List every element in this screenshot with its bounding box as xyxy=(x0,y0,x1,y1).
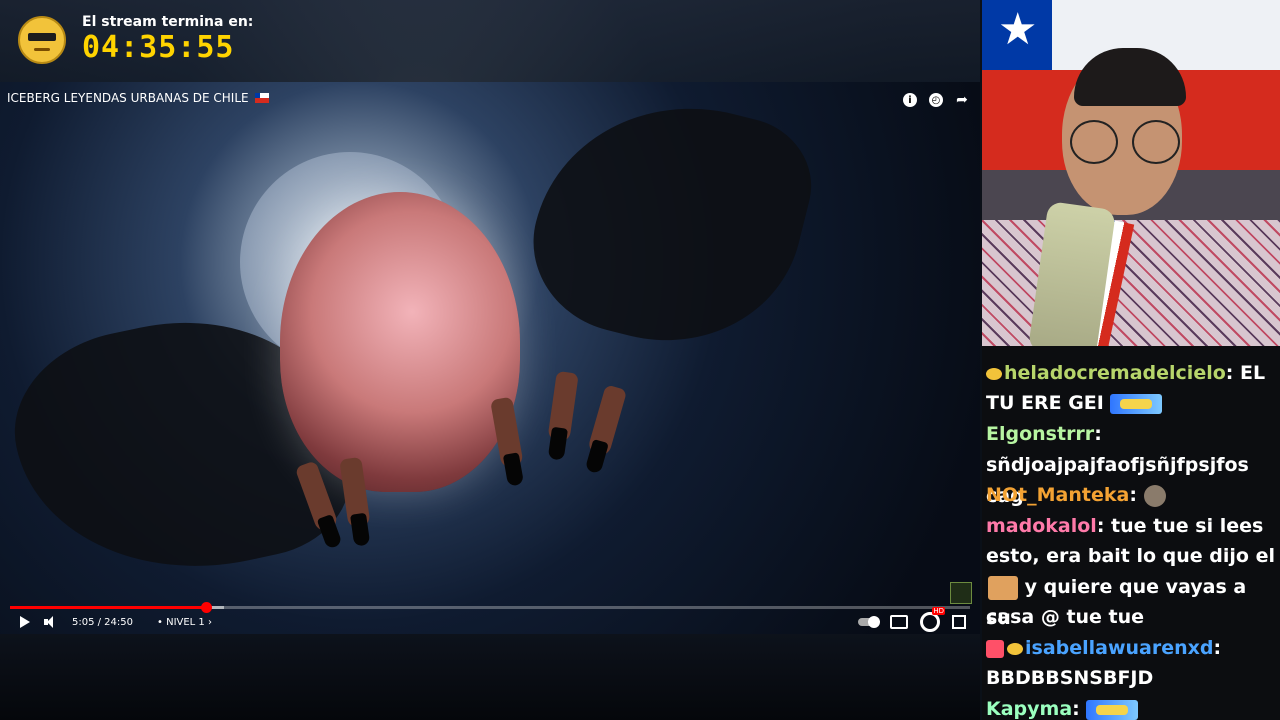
player-controls-left: 5:05 / 24:50 NIVEL 1 › xyxy=(20,616,212,628)
chat-message-continuation: esto, era bait lo que dijo el xyxy=(986,541,1276,572)
share-icon: ➦ xyxy=(956,92,968,108)
fullscreen-corner-icon xyxy=(952,615,959,622)
chat-text: TU ERE GEI xyxy=(986,392,1104,414)
info-button[interactable]: i xyxy=(902,92,918,108)
chat-text: casa @ tue tue xyxy=(986,606,1145,628)
creature-head xyxy=(280,192,520,492)
flag-blue-canton: ★ xyxy=(982,0,1052,70)
chat-text: EL xyxy=(1240,362,1266,384)
bald-emote-icon xyxy=(1007,642,1023,655)
play-icon xyxy=(20,616,30,628)
face-emote-icon xyxy=(1143,484,1166,507)
webcam-overlay: ★ xyxy=(982,0,1280,346)
channel-watermark[interactable] xyxy=(950,582,972,604)
watch-later-button[interactable]: ◴ xyxy=(928,92,944,108)
play-button[interactable] xyxy=(20,616,30,628)
car-emote-icon xyxy=(1086,699,1139,720)
chat-separator: : xyxy=(1072,698,1080,720)
chat-message: madokalol: tue tue si lees xyxy=(986,511,1276,542)
video-title-text[interactable]: ICEBERG LEYENDAS URBANAS DE CHILE xyxy=(7,91,249,105)
chat-text: BBDBBSNSBFJD xyxy=(986,667,1154,689)
glasses-lens xyxy=(1070,120,1118,164)
glasses-lens xyxy=(1132,120,1180,164)
chat-separator: : xyxy=(1094,423,1102,445)
settings-button[interactable] xyxy=(920,607,945,632)
video-frame xyxy=(0,82,980,634)
chat-panel: heladocremadelcielo: EL TU ERE GEI Elgon… xyxy=(982,346,1280,720)
timer-text-block: El stream termina en: 04:35:55 xyxy=(82,14,253,65)
chat-message-continuation: TU ERE GEI xyxy=(986,388,1276,419)
time-display: 5:05 / 24:50 xyxy=(72,616,134,628)
chat-message: NOt_Manteka: xyxy=(986,480,1276,511)
timer-value: 04:35:55 xyxy=(82,30,235,65)
flag-star-icon: ★ xyxy=(998,4,1038,55)
chat-separator: : xyxy=(1096,515,1105,537)
info-icon: i xyxy=(903,93,917,107)
progress-bar[interactable] xyxy=(10,602,970,613)
player-controls: 5:05 / 24:50 NIVEL 1 › xyxy=(0,607,980,632)
avatar-emote-icon xyxy=(988,575,1018,600)
chat-text: tue tue si lees xyxy=(1111,515,1264,537)
chat-message: heladocremadelcielo: EL xyxy=(986,358,1276,389)
chile-flag-icon xyxy=(255,93,270,103)
chat-text: esto, era bait lo que dijo el xyxy=(986,545,1275,567)
clock-icon: ◴ xyxy=(929,93,943,107)
chat-message: Elgonstrrr: xyxy=(986,419,1276,450)
glasses xyxy=(1070,120,1180,164)
chapter-label[interactable]: NIVEL 1 xyxy=(166,617,205,628)
chat-username[interactable]: madokalol xyxy=(986,515,1097,537)
chat-message: isabellawuarenxd: xyxy=(986,633,1276,664)
chat-top-fade xyxy=(982,346,1280,358)
claw xyxy=(547,370,579,444)
chat-username[interactable]: Elgonstrrr xyxy=(986,423,1094,445)
chat-username[interactable]: Kapyma xyxy=(986,698,1072,720)
car-emote-icon xyxy=(1110,393,1163,414)
progress-fill xyxy=(10,606,207,609)
volume-button[interactable] xyxy=(44,616,58,628)
chat-separator: : xyxy=(1129,484,1137,506)
chapter-button[interactable]: NIVEL 1 › xyxy=(157,617,212,628)
claw xyxy=(490,396,524,470)
chat-message-continuation: BBDBBSNSBFJD xyxy=(986,663,1276,694)
chat-username[interactable]: NOt_Manteka xyxy=(986,484,1129,506)
timer-label: El stream termina en: xyxy=(82,14,254,30)
volume-icon xyxy=(44,616,58,628)
bald-emote-icon xyxy=(986,367,1002,380)
rocket-badge-icon xyxy=(986,639,1004,658)
fullscreen-corner-icon xyxy=(952,622,959,629)
player-top-actions: i ◴ ➦ xyxy=(902,92,970,108)
chat-separator: : xyxy=(1225,362,1234,384)
video-player[interactable]: ICEBERG LEYENDAS URBANAS DE CHILE i ◴ ➦ … xyxy=(0,82,980,634)
right-wing xyxy=(514,82,826,370)
sunglasses-emoji-icon xyxy=(18,15,66,64)
video-title[interactable]: ICEBERG LEYENDAS URBANAS DE CHILE xyxy=(7,91,270,105)
claw xyxy=(586,384,628,458)
fullscreen-button[interactable] xyxy=(952,615,966,629)
share-button[interactable]: ➦ xyxy=(954,92,970,108)
chat-username[interactable]: heladocremadelcielo xyxy=(1004,362,1226,384)
player-controls-right xyxy=(858,607,966,632)
stream-timer: El stream termina en: 04:35:55 xyxy=(18,14,253,65)
fullscreen-corner-icon xyxy=(959,622,966,629)
chat-message-continuation: casa @ tue tue xyxy=(986,602,1276,633)
chat-message: Kapyma: xyxy=(986,694,1276,720)
autoplay-toggle[interactable] xyxy=(858,616,880,628)
chat-separator: : xyxy=(1213,637,1222,659)
stream-bottom-band xyxy=(0,634,980,720)
fullscreen-corner-icon xyxy=(959,615,966,622)
chat-username[interactable]: isabellawuarenxd xyxy=(1025,637,1214,659)
captions-button[interactable] xyxy=(890,615,908,629)
